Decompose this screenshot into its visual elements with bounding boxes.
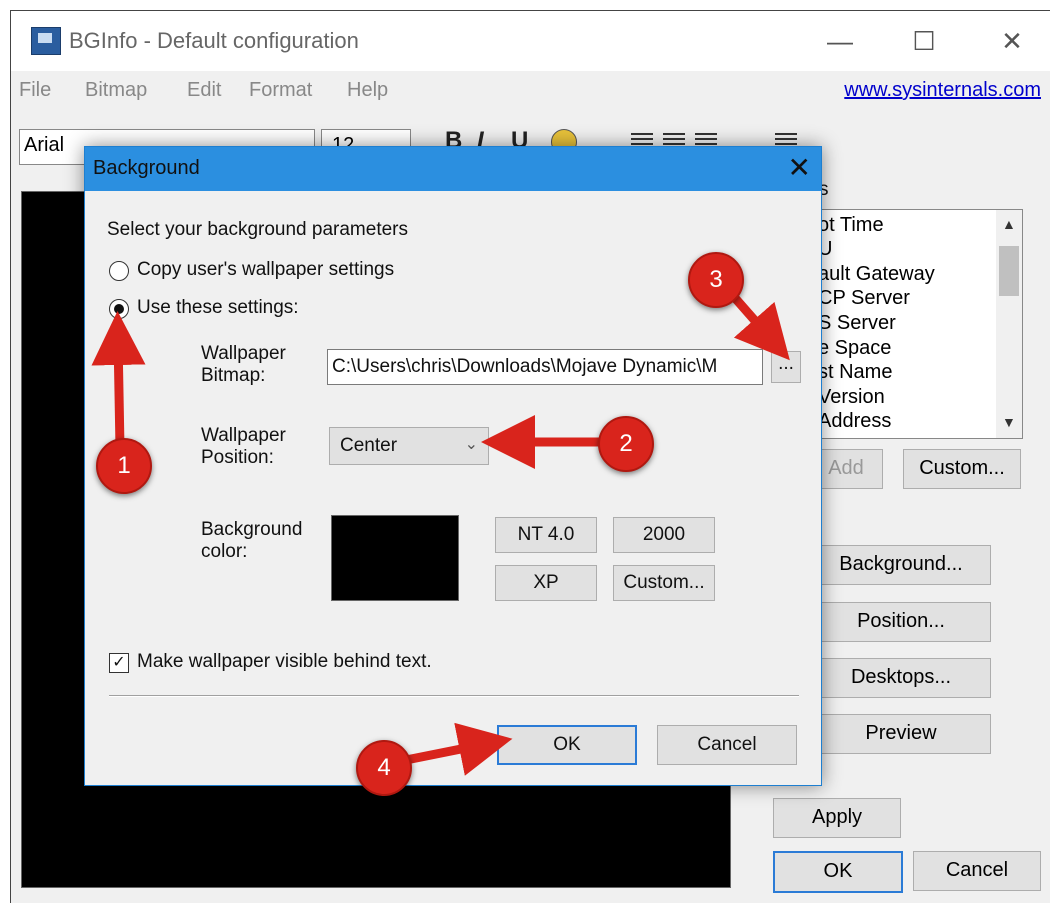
copy-wallpaper-label[interactable]: Copy user's wallpaper settings (137, 259, 394, 281)
list-item[interactable]: st Name (818, 361, 892, 384)
list-item[interactable]: ot Time (818, 214, 884, 237)
annotation-badge-2: 2 (598, 416, 654, 472)
list-item[interactable]: Address (818, 410, 891, 433)
wallpaper-bitmap-label-line2: Bitmap: (201, 365, 266, 386)
xp-button[interactable]: XP (495, 565, 597, 601)
background-color-label-line1: Background (201, 519, 303, 540)
background-color-label: Background color: (201, 519, 302, 563)
menu-bitmap[interactable]: Bitmap (85, 79, 147, 102)
apply-button[interactable]: Apply (773, 798, 901, 838)
list-item[interactable]: Version (818, 386, 885, 409)
dialog-separator (109, 695, 799, 697)
wallpaper-position-value: Center (340, 435, 398, 456)
annotation-badge-3: 3 (688, 252, 744, 308)
list-item[interactable]: ault Gateway (818, 263, 935, 286)
list-item[interactable]: S Server (818, 312, 896, 335)
dialog-prompt: Select your background parameters (107, 219, 408, 240)
dialog-close-button[interactable]: ✕ (788, 151, 811, 184)
dialog-cancel-button[interactable]: Cancel (657, 725, 797, 765)
desktops-button[interactable]: Desktops... (811, 658, 991, 698)
custom-color-button[interactable]: Custom... (613, 565, 715, 601)
custom-field-button[interactable]: Custom... (903, 449, 1021, 489)
scroll-up-icon[interactable]: ▲ (1002, 216, 1016, 232)
fields-scrollbar[interactable]: ▲ ▼ (996, 210, 1022, 438)
wallpaper-position-label: Wallpaper Position: (201, 425, 286, 469)
minimize-button[interactable]: — (817, 21, 863, 61)
main-ok-button[interactable]: OK (773, 851, 903, 893)
preview-button[interactable]: Preview (811, 714, 991, 754)
dialog-title: Background (93, 157, 200, 179)
maximize-button[interactable]: ☐ (901, 21, 947, 61)
wallpaper-bitmap-label: Wallpaper Bitmap: (201, 343, 286, 387)
sysinternals-link[interactable]: www.sysinternals.com (844, 79, 1041, 102)
wallpaper-bitmap-label-line1: Wallpaper (201, 343, 286, 364)
wallpaper-position-label-line1: Wallpaper (201, 425, 286, 446)
menu-file[interactable]: File (19, 79, 51, 102)
list-item[interactable]: e Space (818, 337, 891, 360)
win2000-button[interactable]: 2000 (613, 517, 715, 553)
dialog-title-bar: Background ✕ (85, 147, 821, 191)
menu-bar: File Bitmap Edit Format Help www.sysinte… (11, 73, 1050, 109)
scroll-thumb[interactable] (999, 246, 1019, 296)
wallpaper-position-select[interactable]: Center ⌄ (329, 427, 489, 465)
visible-behind-text-label[interactable]: Make wallpaper visible behind text. (137, 651, 432, 673)
annotation-badge-4: 4 (356, 740, 412, 796)
menu-edit[interactable]: Edit (187, 79, 221, 102)
copy-wallpaper-radio[interactable] (109, 261, 129, 281)
visible-behind-text-checkbox[interactable]: ✓ (109, 653, 129, 673)
use-settings-label[interactable]: Use these settings: (137, 297, 299, 319)
main-cancel-button[interactable]: Cancel (913, 851, 1041, 891)
nt40-button[interactable]: NT 4.0 (495, 517, 597, 553)
background-color-swatch[interactable] (331, 515, 459, 601)
background-button[interactable]: Background... (811, 545, 991, 585)
background-dialog: Background ✕ Select your background para… (84, 146, 822, 786)
browse-button[interactable]: ... (771, 351, 801, 383)
background-color-label-line2: color: (201, 541, 248, 562)
menu-format[interactable]: Format (249, 79, 312, 102)
scroll-down-icon[interactable]: ▼ (1002, 414, 1016, 430)
wallpaper-bitmap-input[interactable]: C:\Users\chris\Downloads\Mojave Dynamic\… (327, 349, 763, 385)
position-button[interactable]: Position... (811, 602, 991, 642)
window-title: BGInfo - Default configuration (69, 28, 359, 53)
wallpaper-position-label-line2: Position: (201, 447, 274, 468)
list-item[interactable]: CP Server (818, 287, 910, 310)
bginfo-app-icon (31, 27, 61, 55)
close-button[interactable]: ✕ (989, 21, 1035, 61)
use-settings-radio[interactable] (109, 299, 129, 319)
wallpaper-bitmap-value: C:\Users\chris\Downloads\Mojave Dynamic\… (332, 356, 718, 377)
menu-help[interactable]: Help (347, 79, 388, 102)
annotation-badge-1: 1 (96, 438, 152, 494)
dialog-ok-button[interactable]: OK (497, 725, 637, 765)
title-bar: BGInfo - Default configuration — ☐ ✕ (11, 11, 1050, 71)
fields-list[interactable]: ot Time U ault Gateway CP Server S Serve… (809, 209, 1023, 439)
font-name: Arial (24, 134, 65, 156)
chevron-down-icon: ⌄ (464, 436, 478, 453)
